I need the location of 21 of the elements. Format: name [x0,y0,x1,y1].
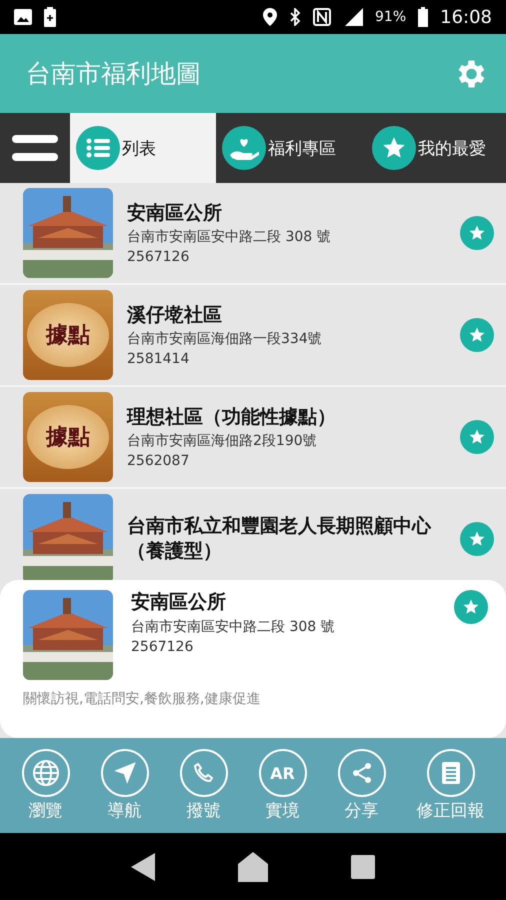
place-address: 台南市安南區海佃路一段334號 [127,330,323,348]
app-title: 台南市福利地圖 [26,58,201,90]
place-title: 安南區公所 [127,200,223,226]
ar-icon: AR [270,764,295,782]
location-badge: 據點 [23,290,113,380]
place-title: 溪仔墘社區 [127,302,223,328]
place-address: 台南市安南區安中路二段 308 號 [131,618,336,636]
service-list: 關懷訪視,電話問安,餐飲服務,健康促進 [23,690,488,708]
tab[interactable]: 列表 [70,113,216,183]
place-address: 台南市安南區安中路二段 308 號 [127,228,332,246]
location-badge: 據點 [23,392,113,482]
place-phone: 2567126 [127,249,190,266]
place-title: 安南區公所 [131,590,227,615]
place-title: 理想社區（功能性據點） [127,404,337,430]
place-address: 台南市安南區海佃路2段190號 [127,432,318,450]
clock-time: 16:08 [440,6,492,28]
place-phone: 2581414 [127,351,190,368]
place-phone: 2562087 [127,453,190,470]
battery-level: 91% [375,9,406,25]
place-title: 台南市私立和豐園老人長期照顧中心（養護型） [127,514,432,564]
place-phone: 2567126 [131,638,194,655]
